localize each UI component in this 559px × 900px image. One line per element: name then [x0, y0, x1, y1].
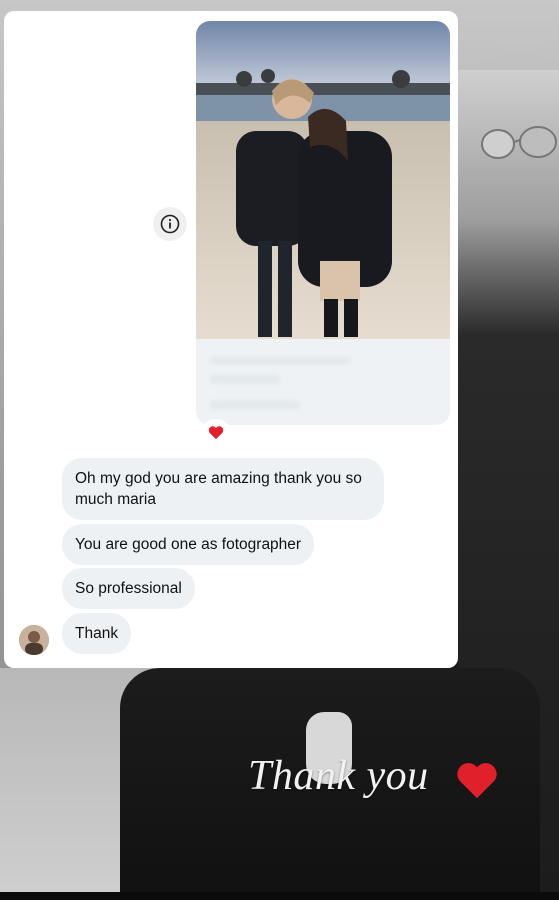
story-overlay-text: Thank you: [248, 753, 429, 799]
bottom-bar: [0, 892, 559, 900]
shared-photo[interactable]: [196, 21, 450, 339]
dm-screenshot-card: Oh my god you are amazing thank you so m…: [4, 11, 458, 668]
message-bubble[interactable]: You are good one as fotographer: [62, 524, 315, 565]
heart-emoji-icon: [457, 763, 497, 799]
avatar[interactable]: [19, 625, 49, 655]
blurred-caption: [196, 339, 450, 425]
heart-emoji-icon: [208, 425, 224, 439]
message-bubble[interactable]: Oh my god you are amazing thank you so m…: [62, 458, 384, 520]
message-bubble[interactable]: So professional: [62, 568, 195, 609]
sunglasses-icon: [481, 126, 557, 159]
info-icon[interactable]: [153, 207, 187, 241]
reaction-heart[interactable]: [202, 419, 230, 445]
message-bubble[interactable]: Thank: [62, 613, 132, 654]
